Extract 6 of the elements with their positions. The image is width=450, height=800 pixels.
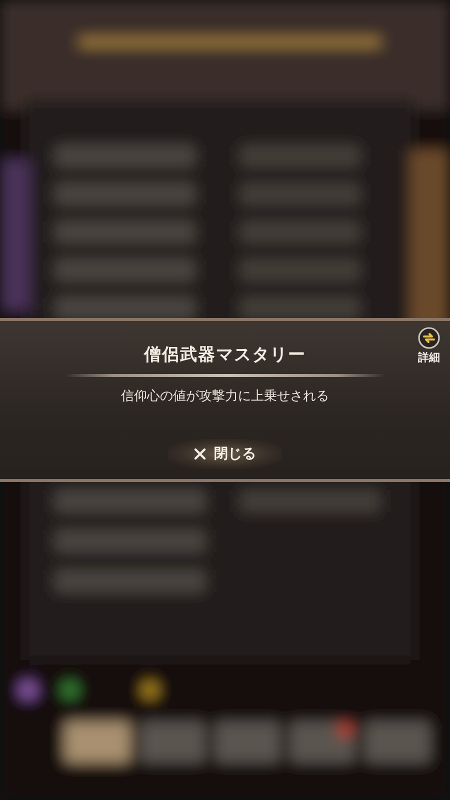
- close-icon: [194, 448, 206, 460]
- swap-arrows-icon: [418, 327, 440, 349]
- dialog-title: 僧侶武器マスタリー: [144, 344, 306, 366]
- detail-button[interactable]: 詳細: [418, 327, 440, 365]
- skill-description: 信仰心の値が攻撃力に上乗せされる: [121, 388, 329, 405]
- close-button[interactable]: 閉じる: [168, 439, 282, 469]
